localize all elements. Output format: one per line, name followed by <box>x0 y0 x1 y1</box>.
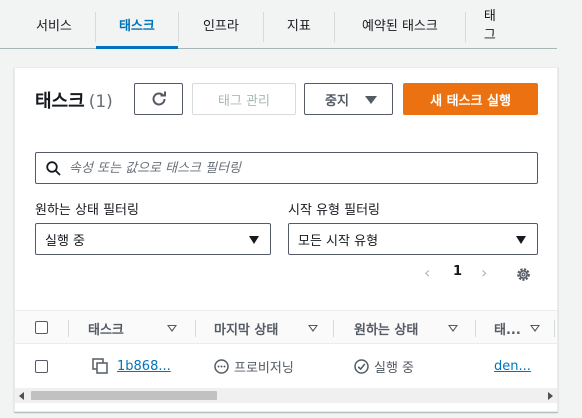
desired-status-value: 실행 중 <box>45 233 86 249</box>
column-divider <box>333 320 334 337</box>
column-label: 마지막 상태 <box>214 322 279 338</box>
provisioning-status-icon <box>214 359 229 374</box>
column-header-desired-status[interactable]: 원하는 상태 <box>354 311 418 345</box>
check-circle-icon <box>354 359 369 374</box>
manage-tags-button[interactable]: 태그 관리 <box>192 83 296 115</box>
desired-status-value: 실행 중 <box>374 360 415 376</box>
column-label: 원하는 상태 <box>354 322 419 338</box>
tab-tasks[interactable]: 태스크 <box>95 0 178 49</box>
task-id[interactable]: 1b868... <box>117 359 171 374</box>
task-definition-cell[interactable]: den... <box>494 345 531 387</box>
task-filter-search[interactable] <box>35 152 538 184</box>
copy-icon[interactable] <box>92 358 108 374</box>
settings-gear-icon[interactable] <box>515 266 532 283</box>
tab-bar: 서비스 태스크 인프라 지표 예약된 태스크 태그 <box>0 0 557 49</box>
task-id-link[interactable]: 1b868... <box>117 345 171 387</box>
table-header: 태스크 마지막 상태 원하는 상태 태... <box>15 310 557 344</box>
table-row: 1b868... 프로비저닝 실행 중 den... <box>15 345 557 387</box>
caret-down-icon <box>516 236 526 244</box>
sort-icon[interactable] <box>448 325 458 332</box>
column-divider <box>554 320 555 337</box>
tab-label: 예약된 태스크 <box>361 18 438 34</box>
panel-title: 태스크 (1) <box>35 87 113 113</box>
stop-label: 중지 <box>325 93 349 109</box>
column-divider <box>195 320 196 337</box>
search-icon <box>46 160 61 176</box>
run-new-task-label: 새 태스크 실행 <box>430 93 511 109</box>
sort-icon[interactable] <box>167 325 177 332</box>
next-page-icon[interactable]: › <box>481 263 487 282</box>
stop-button[interactable]: 중지 <box>304 83 393 115</box>
column-divider <box>475 320 476 337</box>
desired-status-cell: 실행 중 <box>374 345 414 387</box>
panel-title-text: 태스크 <box>35 91 85 112</box>
search-input[interactable] <box>69 160 529 176</box>
previous-page-icon[interactable]: ‹ <box>424 263 430 282</box>
select-all-checkbox[interactable] <box>35 321 48 334</box>
launch-type-select[interactable]: 모든 시작 유형 <box>288 223 538 255</box>
task-definition-link[interactable]: den... <box>494 359 531 374</box>
launch-type-value: 모든 시작 유형 <box>298 233 379 249</box>
column-label: 태... <box>494 322 521 338</box>
desired-status-select[interactable]: 실행 중 <box>35 223 271 255</box>
tab-label: 인프라 <box>202 18 239 34</box>
column-divider <box>68 320 69 337</box>
caret-down-icon <box>249 236 259 244</box>
tab-infrastructure[interactable]: 인프라 <box>179 0 263 48</box>
scroll-right-arrow-icon[interactable] <box>548 392 553 400</box>
current-page-number[interactable]: 1 <box>453 264 462 279</box>
column-header-task-definition[interactable]: 태... <box>494 311 521 345</box>
last-status-cell: 프로비저닝 <box>234 345 294 387</box>
scrollbar-thumb[interactable] <box>31 391 217 400</box>
sort-icon[interactable] <box>530 325 540 332</box>
scroll-left-arrow-icon[interactable] <box>19 392 24 400</box>
sort-icon[interactable] <box>308 325 318 332</box>
column-header-task[interactable]: 태스크 <box>88 311 124 345</box>
tab-tags[interactable]: 태그 <box>466 0 522 48</box>
column-label: 태스크 <box>88 322 124 338</box>
caret-down-icon <box>365 96 377 104</box>
refresh-icon <box>152 91 166 106</box>
tab-scheduled-tasks[interactable]: 예약된 태스크 <box>335 0 465 48</box>
tab-metrics[interactable]: 지표 <box>264 0 334 48</box>
manage-tags-label: 태그 관리 <box>218 93 270 109</box>
run-new-task-button[interactable]: 새 태스크 실행 <box>403 83 538 115</box>
tasks-panel: 태스크(1) 태그 관리 중지 새 태스크 실행 원하는 상태 필터링 실행 중… <box>14 67 558 412</box>
tab-services[interactable]: 서비스 <box>0 0 92 48</box>
tab-label: 태그 <box>483 9 496 43</box>
tab-label: 지표 <box>286 18 311 34</box>
task-count: (1) <box>88 92 113 112</box>
horizontal-scrollbar[interactable] <box>15 388 557 403</box>
launch-type-filter-label: 시작 유형 필터링 <box>288 203 380 218</box>
column-header-last-status[interactable]: 마지막 상태 <box>214 311 278 345</box>
tab-label: 서비스 <box>36 18 72 34</box>
desired-status-filter-label: 원하는 상태 필터링 <box>35 203 139 218</box>
refresh-button[interactable] <box>134 83 183 115</box>
row-checkbox[interactable] <box>35 360 48 373</box>
tab-label: 태스크 <box>118 18 155 34</box>
last-status-value: 프로비저닝 <box>234 360 294 376</box>
